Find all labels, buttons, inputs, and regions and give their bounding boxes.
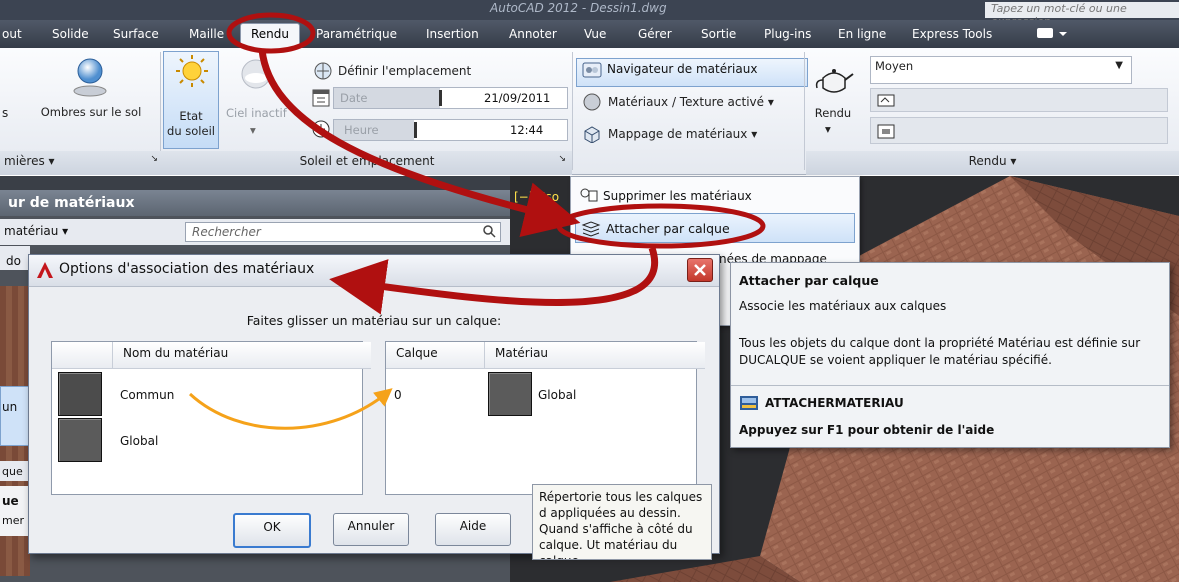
red-ellipse-rendu-tab (226, 12, 316, 54)
red-ellipse-attach-item (556, 203, 766, 249)
red-arrow-to-dialog (329, 246, 658, 315)
tutorial-annotations (188, 12, 766, 430)
red-arrow-to-menu (258, 49, 581, 238)
orange-drag-arrow (188, 388, 393, 430)
